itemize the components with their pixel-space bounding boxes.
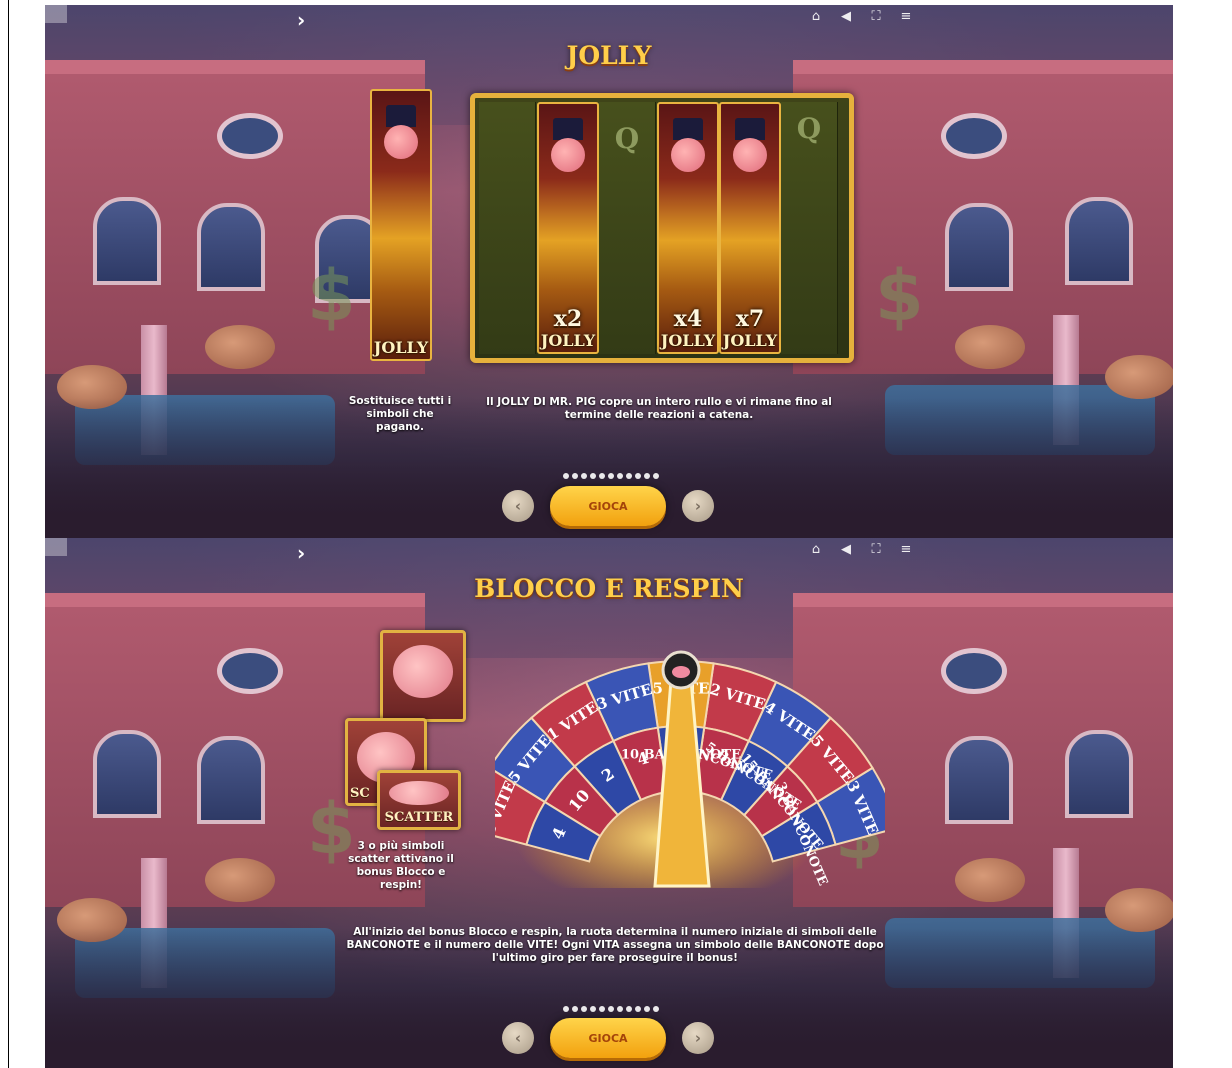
mr-pig-head xyxy=(733,138,767,172)
background-oval-window xyxy=(217,113,283,159)
page-title: JOLLY xyxy=(566,41,652,70)
pig-top-hat xyxy=(553,118,583,140)
background-window xyxy=(1065,197,1133,285)
reel-column: Q xyxy=(599,102,656,354)
multiplier-label: x4 xyxy=(673,306,703,332)
speaker-icon[interactable]: ◀ xyxy=(837,9,855,24)
back-chevron-icon[interactable]: › xyxy=(297,8,305,32)
fullscreen-icon[interactable]: ⛶ xyxy=(867,542,885,557)
back-chevron-icon[interactable]: › xyxy=(297,541,305,565)
menu-icon[interactable]: ≡ xyxy=(897,9,915,24)
jolly-label: JOLLY xyxy=(660,331,716,350)
left-border-line xyxy=(8,0,9,1068)
jolly-label: JOLLY xyxy=(540,331,596,350)
menu-icon[interactable]: ≡ xyxy=(897,542,915,557)
bonus-wheel: 3 VITE5 VITE4 VITE2 VITE5 VITE3 VITE1 VI… xyxy=(495,650,885,888)
home-icon[interactable]: ⌂ xyxy=(807,542,825,557)
background-window xyxy=(93,730,161,818)
multiplier-label: x7 xyxy=(735,306,765,332)
jolly-reel: x2 JOLLY xyxy=(537,102,599,354)
reel-column: Q xyxy=(781,102,838,354)
background-window xyxy=(93,197,161,285)
symbol-q: Q xyxy=(614,121,640,155)
multiplier-label: x2 xyxy=(553,306,583,332)
jolly-description-caption: Il JOLLY DI MR. PIG copre un intero rull… xyxy=(486,396,832,421)
background-flying-pig xyxy=(955,858,1025,902)
pig-snout-icon xyxy=(672,666,690,678)
play-button[interactable]: GIOCA xyxy=(550,486,666,526)
background-flying-pig xyxy=(205,325,275,369)
background-flying-pig xyxy=(1105,355,1173,399)
top-toolbar: ⌂ ◀ ⛶ ≡ xyxy=(807,542,915,557)
paytable-page-blocco-e-respin: $ $ › ⌂ ◀ ⛶ ≡ BLOCCO E RESPIN SC SCATTER… xyxy=(45,538,1173,1068)
background-dollar-topiary: $ xyxy=(307,255,356,337)
pig-top-hat xyxy=(386,105,416,127)
page-indicator-dots xyxy=(563,1006,659,1012)
background-dollar-topiary: $ xyxy=(875,255,924,337)
paytable-page-jolly: $ $ › ⌂ ◀ ⛶ ≡ JOLLY JOLLY x2 JOLLY Q x4 xyxy=(45,5,1173,538)
scatter-symbol-card: SCATTER xyxy=(377,770,461,830)
background-flying-pig xyxy=(955,325,1025,369)
scatter-symbol-card xyxy=(380,630,466,722)
lady-pig-face xyxy=(392,645,454,699)
play-button[interactable]: GIOCA xyxy=(550,1018,666,1058)
mr-pig-head xyxy=(384,125,418,159)
corner-indicator xyxy=(45,5,67,23)
prev-page-button[interactable]: ‹ xyxy=(502,1022,534,1054)
background-oval-window xyxy=(941,113,1007,159)
background-window xyxy=(945,203,1013,291)
page-title: BLOCCO E RESPIN xyxy=(474,574,744,603)
jolly-substitute-caption: Sostituisce tutti i simboli che pagano. xyxy=(348,395,452,433)
jolly-reel: x4 JOLLY xyxy=(657,102,719,354)
corner-indicator xyxy=(45,538,67,556)
reel-column xyxy=(479,102,536,354)
background-window xyxy=(197,203,265,291)
background-window xyxy=(945,736,1013,824)
mr-pig-head xyxy=(551,138,585,172)
jolly-label: JOLLY xyxy=(722,331,778,350)
background-flying-pig xyxy=(1105,888,1173,932)
background-window xyxy=(197,736,265,824)
home-icon[interactable]: ⌂ xyxy=(807,9,825,24)
jolly-reel: x7 JOLLY xyxy=(719,102,781,354)
prev-page-button[interactable]: ‹ xyxy=(502,490,534,522)
background-oval-window xyxy=(941,648,1007,694)
pig-top-hat xyxy=(735,118,765,140)
fullscreen-icon[interactable]: ⛶ xyxy=(867,9,885,24)
scatter-label: SCATTER xyxy=(384,810,454,825)
next-page-button[interactable]: › xyxy=(682,490,714,522)
background-window xyxy=(1065,730,1133,818)
speaker-icon[interactable]: ◀ xyxy=(837,542,855,557)
page-indicator-dots xyxy=(563,473,659,479)
lady-pig-face xyxy=(389,780,449,806)
pig-top-hat xyxy=(673,118,703,140)
jolly-reel-example: JOLLY xyxy=(370,89,432,361)
scatter-trigger-caption: 3 o più simboli scatter attivano il bonu… xyxy=(348,840,454,891)
reel-grid: x2 JOLLY Q x4 JOLLY x7 JOLLY Q xyxy=(470,93,854,363)
jolly-label: JOLLY xyxy=(373,338,429,357)
background-oval-window xyxy=(217,648,283,694)
top-toolbar: ⌂ ◀ ⛶ ≡ xyxy=(807,9,915,24)
bonus-description-caption: All'inizio del bonus Blocco e respin, la… xyxy=(346,926,884,964)
next-page-button[interactable]: › xyxy=(682,1022,714,1054)
symbol-q: Q xyxy=(796,111,822,145)
background-flying-pig xyxy=(205,858,275,902)
mr-pig-head xyxy=(671,138,705,172)
